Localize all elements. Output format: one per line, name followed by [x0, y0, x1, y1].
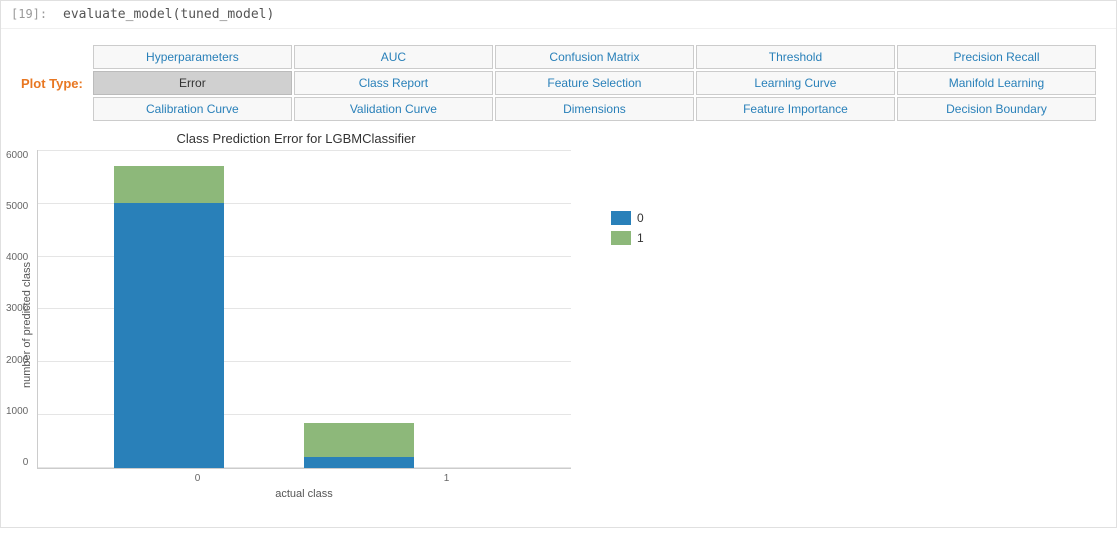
- legend-color: [611, 211, 631, 225]
- y-tick: 3000: [6, 303, 32, 314]
- plot-btn-hyperparameters[interactable]: Hyperparameters: [93, 45, 292, 69]
- x-tick: 1: [392, 473, 502, 484]
- cell-input: [19]: evaluate_model(tuned_model): [1, 1, 1116, 29]
- x-tick: 0: [143, 473, 253, 484]
- bar-segment: [304, 457, 414, 468]
- bar-segment: [114, 203, 224, 468]
- button-grid: HyperparametersAUCConfusion MatrixThresh…: [93, 45, 1096, 121]
- legend-label: 0: [637, 211, 644, 225]
- chart-legend: 01: [611, 211, 644, 245]
- plot-btn-learning-curve[interactable]: Learning Curve: [696, 71, 895, 95]
- chart-area: Class Prediction Error for LGBMClassifie…: [21, 131, 1096, 511]
- legend-label: 1: [637, 231, 644, 245]
- bars-container: [74, 150, 571, 468]
- bar-group: [304, 423, 414, 468]
- plot-btn-feature-importance[interactable]: Feature Importance: [696, 97, 895, 121]
- y-tick: 4000: [6, 252, 32, 263]
- plot-btn-calibration-curve[interactable]: Calibration Curve: [93, 97, 292, 121]
- y-tick: 2000: [6, 355, 32, 366]
- plot-type-row: Plot Type: HyperparametersAUCConfusion M…: [21, 45, 1096, 121]
- plot-btn-feature-selection[interactable]: Feature Selection: [495, 71, 694, 95]
- plot-btn-manifold-learning[interactable]: Manifold Learning: [897, 71, 1096, 95]
- cell-code: evaluate_model(tuned_model): [63, 7, 274, 22]
- plot-btn-auc[interactable]: AUC: [294, 45, 493, 69]
- chart-inner: number of predicted class 60005000400030…: [21, 150, 571, 500]
- bar-segment: [304, 423, 414, 457]
- plot-btn-decision-boundary[interactable]: Decision Boundary: [897, 97, 1096, 121]
- y-ticks: 6000 5000 4000 3000 2000 1000 0: [6, 150, 32, 468]
- plot-type-label: Plot Type:: [21, 76, 83, 91]
- chart-container: Class Prediction Error for LGBMClassifie…: [21, 131, 571, 511]
- bar-segment: [114, 166, 224, 204]
- x-axis-labels: 01: [37, 473, 571, 484]
- chart-title: Class Prediction Error for LGBMClassifie…: [21, 131, 571, 146]
- cell-output: Plot Type: HyperparametersAUCConfusion M…: [1, 29, 1116, 527]
- legend-item: 1: [611, 231, 644, 245]
- chart-with-xaxis: 6000500040003000200010000 01 actual clas…: [37, 150, 571, 500]
- y-tick: 0: [23, 457, 33, 468]
- bar-group: [114, 166, 224, 469]
- plot-btn-dimensions[interactable]: Dimensions: [495, 97, 694, 121]
- y-tick: 6000: [6, 150, 32, 161]
- y-tick: 1000: [6, 406, 32, 417]
- y-tick: 5000: [6, 201, 32, 212]
- chart-plot-area: 6000500040003000200010000: [37, 150, 571, 469]
- plot-btn-validation-curve[interactable]: Validation Curve: [294, 97, 493, 121]
- plot-btn-confusion-matrix[interactable]: Confusion Matrix: [495, 45, 694, 69]
- plot-btn-class-report[interactable]: Class Report: [294, 71, 493, 95]
- plot-btn-precision-recall[interactable]: Precision Recall: [897, 45, 1096, 69]
- x-axis-title: actual class: [37, 488, 571, 500]
- plot-btn-error[interactable]: Error: [93, 71, 292, 95]
- cell-label: [19]:: [11, 7, 51, 21]
- legend-color: [611, 231, 631, 245]
- legend-item: 0: [611, 211, 644, 225]
- plot-btn-threshold[interactable]: Threshold: [696, 45, 895, 69]
- notebook-cell: [19]: evaluate_model(tuned_model) Plot T…: [0, 0, 1117, 528]
